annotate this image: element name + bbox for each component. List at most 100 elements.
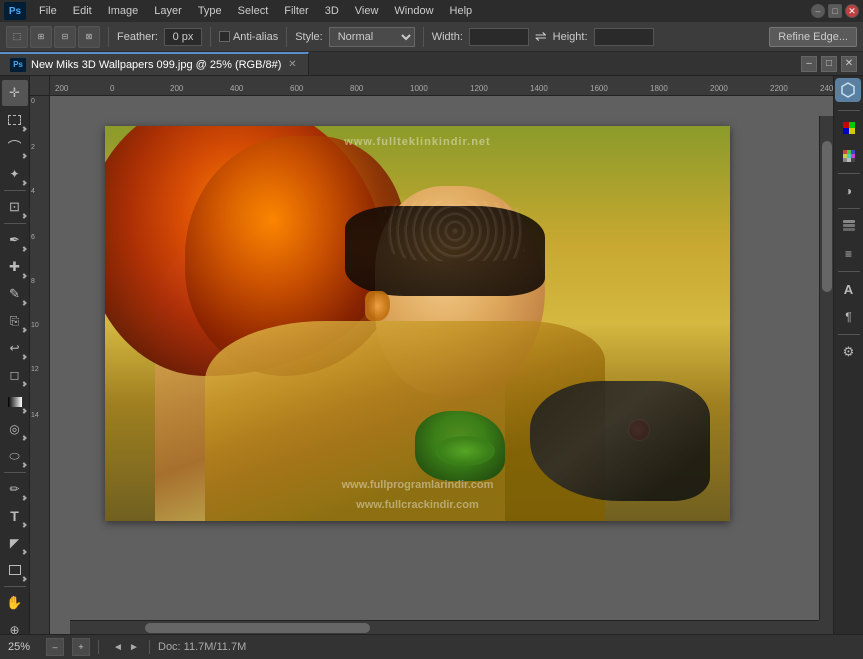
tab-minimize-btn[interactable]: – bbox=[801, 56, 817, 72]
zoom-icon: ⊕ bbox=[9, 623, 19, 634]
menu-file[interactable]: File bbox=[32, 3, 64, 19]
history-brush-btn[interactable]: ↩ bbox=[2, 335, 28, 361]
menu-edit[interactable]: Edit bbox=[66, 3, 99, 19]
rectangle-shape-btn[interactable] bbox=[2, 557, 28, 583]
canvas-image[interactable]: www.fullteklinkindir.net www.fullprogram… bbox=[105, 126, 730, 521]
menu-filter[interactable]: Filter bbox=[277, 3, 315, 19]
width-input[interactable] bbox=[469, 28, 529, 46]
layers-panel-btn[interactable] bbox=[836, 213, 862, 239]
options-separator-1 bbox=[108, 27, 109, 47]
color-panel-btn[interactable] bbox=[836, 115, 862, 141]
refine-edge-btn[interactable]: Refine Edge... bbox=[769, 27, 857, 47]
blur-icon: ◎ bbox=[9, 422, 19, 436]
zoom-out-status-btn[interactable]: – bbox=[46, 638, 64, 656]
rp-sep-5 bbox=[838, 334, 860, 335]
channels-panel-btn[interactable]: ≡ bbox=[836, 241, 862, 267]
dodge-btn[interactable]: ⬭ bbox=[2, 443, 28, 469]
type-panel-btn[interactable]: A bbox=[836, 276, 862, 302]
hand-btn[interactable]: ✋ bbox=[2, 590, 28, 616]
gradient-btn[interactable] bbox=[2, 389, 28, 415]
add-selection-btn[interactable]: ⊞ bbox=[30, 26, 52, 48]
pen-btn[interactable]: ✏ bbox=[2, 476, 28, 502]
lasso-btn[interactable]: ⌒ bbox=[2, 134, 28, 160]
zoom-in-status-btn[interactable]: + bbox=[72, 638, 90, 656]
spot-healing-btn[interactable]: ✚ bbox=[2, 254, 28, 280]
rectangular-marquee-btn[interactable] bbox=[2, 107, 28, 133]
ruler-h-mark-2: 0 bbox=[110, 85, 114, 93]
rp-sep-4 bbox=[838, 271, 860, 272]
eyedropper-icon: ✒ bbox=[9, 232, 20, 248]
swap-icon[interactable]: ⇌ bbox=[535, 28, 547, 45]
menu-image[interactable]: Image bbox=[101, 3, 146, 19]
paragraph-panel-btn[interactable]: ¶ bbox=[836, 304, 862, 330]
anti-alias-check[interactable] bbox=[219, 31, 230, 42]
rp-sep-3 bbox=[838, 208, 860, 209]
glove-layer bbox=[530, 381, 710, 501]
v-scrollbar[interactable] bbox=[819, 116, 833, 620]
settings-btn[interactable]: ⚙ bbox=[836, 339, 862, 365]
doc-tab-title: New Miks 3D Wallpapers 099.jpg @ 25% (RG… bbox=[31, 59, 281, 71]
ruler-h-mark-8: 1200 bbox=[470, 85, 488, 93]
zoom-btn[interactable]: ⊕ bbox=[2, 617, 28, 634]
menu-layer[interactable]: Layer bbox=[147, 3, 189, 19]
restore-btn[interactable]: □ bbox=[828, 4, 842, 18]
text-btn[interactable]: T bbox=[2, 503, 28, 529]
gradient-icon bbox=[8, 397, 22, 407]
new-selection-btn[interactable]: ⬚ bbox=[6, 26, 28, 48]
menu-help[interactable]: Help bbox=[443, 3, 480, 19]
quick-select-btn[interactable]: ✦ bbox=[2, 161, 28, 187]
ruler-v-mark-7: 12 bbox=[31, 366, 39, 373]
mini-bridge-icon[interactable] bbox=[835, 78, 861, 102]
tab-restore-btn[interactable]: □ bbox=[821, 56, 837, 72]
next-frame-btn[interactable]: ► bbox=[127, 640, 141, 654]
anti-alias-checkbox[interactable]: Anti-alias bbox=[219, 31, 278, 43]
left-toolbar: ✛ ⌒ ✦ ⊡ ✒ ✚ ✎ bbox=[0, 76, 30, 634]
menu-view[interactable]: View bbox=[348, 3, 386, 19]
adjustments-panel-btn[interactable]: ◑ bbox=[836, 178, 862, 204]
prev-frame-btn[interactable]: ◄ bbox=[111, 640, 125, 654]
h-scrollbar[interactable] bbox=[70, 620, 819, 634]
blur-btn[interactable]: ◎ bbox=[2, 416, 28, 442]
doc-close-btn[interactable]: ✕ bbox=[286, 59, 298, 71]
crop-btn[interactable]: ⊡ bbox=[2, 194, 28, 220]
minimize-btn[interactable]: – bbox=[811, 4, 825, 18]
menu-window[interactable]: Window bbox=[387, 3, 440, 19]
menu-3d[interactable]: 3D bbox=[318, 3, 346, 19]
style-select[interactable]: Normal Fixed Ratio Fixed Size bbox=[329, 27, 415, 47]
eyedropper-btn[interactable]: ✒ bbox=[2, 227, 28, 253]
tab-close-btn[interactable]: ✕ bbox=[841, 56, 857, 72]
clone-stamp-arrow-icon bbox=[21, 327, 27, 333]
ruler-h-mark-7: 1000 bbox=[410, 85, 428, 93]
rectangle-shape-icon bbox=[9, 565, 21, 575]
marquee-icon bbox=[8, 115, 21, 125]
move-tool-btn[interactable]: ✛ bbox=[2, 80, 28, 106]
intersect-selection-btn[interactable]: ⊠ bbox=[78, 26, 100, 48]
height-input[interactable] bbox=[594, 28, 654, 46]
feather-input[interactable] bbox=[164, 28, 202, 46]
ruler-h-mark-9: 1400 bbox=[530, 85, 548, 93]
main-area: ✛ ⌒ ✦ ⊡ ✒ ✚ ✎ bbox=[0, 76, 863, 634]
close-btn[interactable]: ✕ bbox=[845, 4, 859, 18]
swatches-panel-btn[interactable] bbox=[836, 143, 862, 169]
menu-type[interactable]: Type bbox=[191, 3, 229, 19]
dodge-arrow-icon bbox=[21, 462, 27, 468]
v-scroll-thumb[interactable] bbox=[822, 141, 832, 292]
ruler-h-mark-5: 600 bbox=[290, 85, 303, 93]
document-tab[interactable]: Ps New Miks 3D Wallpapers 099.jpg @ 25% … bbox=[0, 52, 309, 75]
canvas-content[interactable]: www.fullteklinkindir.net www.fullprogram… bbox=[105, 126, 730, 521]
canvas-wrapper[interactable]: 200 0 200 400 600 800 1000 1200 1400 160… bbox=[30, 76, 833, 634]
brush-btn[interactable]: ✎ bbox=[2, 281, 28, 307]
clone-stamp-btn[interactable]: ⎘ bbox=[2, 308, 28, 334]
width-label: Width: bbox=[432, 31, 463, 43]
menu-select[interactable]: Select bbox=[231, 3, 276, 19]
canvas-scroll[interactable]: www.fullteklinkindir.net www.fullprogram… bbox=[50, 96, 833, 634]
zoom-level: 25% bbox=[8, 641, 38, 653]
h-scroll-thumb[interactable] bbox=[145, 623, 370, 633]
text-arrow-icon bbox=[21, 522, 27, 528]
path-selection-btn[interactable]: ◤ bbox=[2, 530, 28, 556]
move-tool-icon: ✛ bbox=[9, 85, 20, 101]
options-bar: ⬚ ⊞ ⊟ ⊠ Feather: Anti-alias Style: Norma… bbox=[0, 22, 863, 52]
subtract-selection-btn[interactable]: ⊟ bbox=[54, 26, 76, 48]
clone-stamp-icon: ⎘ bbox=[10, 314, 20, 329]
eraser-btn[interactable]: ◻ bbox=[2, 362, 28, 388]
